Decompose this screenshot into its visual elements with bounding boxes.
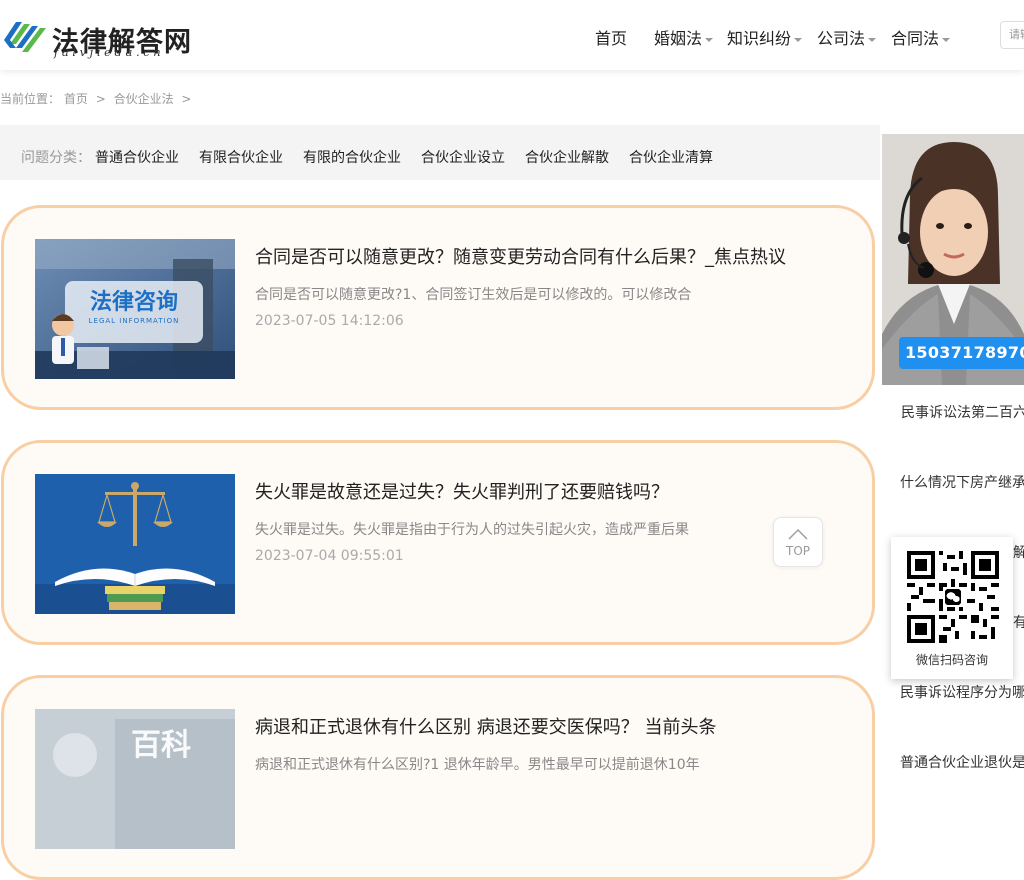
caret-down-icon [868, 37, 877, 42]
article-card[interactable]: 百科 病退和正式退休有什么区别 病退还要交医保吗？ 当前头条 病退和正式退休有什… [1, 675, 875, 880]
qr-caption: 微信扫码咨询 [915, 653, 988, 667]
sidebar-link[interactable]: 民事诉讼程序分为哪 [900, 682, 1024, 702]
category-partnership-setup[interactable]: 合伙企业设立 [421, 147, 505, 167]
search-input[interactable]: 请输 [1000, 21, 1024, 49]
thumb-title: 法律咨询 [90, 289, 178, 315]
article-thumbnail[interactable]: 百科 [35, 709, 235, 849]
sidebar-link[interactable]: 普通合伙企业退伙是 [900, 752, 1024, 772]
sidebar-link[interactable]: 民事诉讼法第二百六 [901, 402, 1024, 422]
caret-down-icon [705, 37, 714, 42]
back-to-top-button[interactable]: TOP [773, 517, 823, 567]
breadcrumb-prefix: 当前位置： [0, 92, 61, 106]
category-partnership-liquidation[interactable]: 合伙企业清算 [629, 147, 713, 167]
caret-down-icon [942, 37, 951, 42]
wechat-qr-panel[interactable]: 微信扫码咨询 [891, 537, 1013, 679]
article-summary: 合同是否可以随意更改?1、合同签订生效后是可以修改的。可以修改合 [255, 287, 692, 303]
category-general-partnership[interactable]: 普通合伙企业 [95, 147, 179, 167]
nav-item-company-law[interactable]: 公司法 [817, 25, 877, 49]
article-thumbnail[interactable]: 法律咨询 LEGAL INFORMATION [35, 239, 235, 379]
category-label: 问题分类： [21, 150, 91, 166]
legal-consult-image: 法律咨询 LEGAL INFORMATION [35, 239, 235, 379]
category-limited-partnership-alt[interactable]: 有限的合伙企业 [303, 147, 401, 167]
nav-label: 公司法 [817, 29, 866, 48]
category-partnership-dissolution[interactable]: 合伙企业解散 [525, 147, 609, 167]
category-limited-partnership[interactable]: 有限合伙企业 [199, 147, 283, 167]
chevron-up-icon [788, 528, 808, 540]
nav-item-contract-law[interactable]: 合同法 [891, 25, 951, 49]
nav-label: 知识纠纷 [727, 29, 792, 48]
nav-item-marriage-law[interactable]: 婚姻法 [654, 25, 714, 49]
logo-domain: falvjieda.cn [54, 45, 165, 59]
scales-book-image [35, 474, 235, 614]
breadcrumb: 当前位置： 首页 > 合伙企业法 > [0, 90, 195, 107]
article-summary: 病退和正式退休有什么区别?1 退休年龄早。男性最早可以提前退休10年 [255, 757, 700, 773]
logo-mark-icon [4, 22, 46, 52]
nav-item-home[interactable]: 首页 [595, 25, 627, 49]
article-title[interactable]: 合同是否可以随意更改？随意变更劳动合同有什么后果？_焦点热议 [255, 243, 786, 269]
article-title[interactable]: 病退和正式退休有什么区别 病退还要交医保吗？ 当前头条 [255, 713, 716, 739]
sidebar-link[interactable]: 什么情况下房产继承 [900, 472, 1024, 492]
site-header: 法律解答网 falvjieda.cn 首页 婚姻法 知识纠纷 公司法 合同法 请… [0, 0, 1024, 70]
nav-item-knowledge-disputes[interactable]: 知识纠纷 [727, 25, 803, 49]
sidebar-link[interactable]: 有 [1013, 612, 1024, 632]
article-date: 2023-07-05 14:12:06 [255, 313, 404, 329]
caret-down-icon [794, 37, 803, 42]
article-card[interactable]: 法律咨询 LEGAL INFORMATION 合同是否可以随意更改？随意变更劳动… [1, 205, 875, 410]
site-logo[interactable]: 法律解答网 falvjieda.cn [2, 12, 202, 60]
article-summary: 失火罪是过失。失火罪是指由于行为人的过失引起火灾，造成严重后果 [255, 522, 689, 538]
thumb-title: 百科 [131, 728, 191, 763]
thumb-subtitle: LEGAL INFORMATION [89, 317, 180, 325]
category-filter-bar: 问题分类： 普通合伙企业 有限合伙企业 有限的合伙企业 合伙企业设立 合伙企业解… [0, 125, 880, 180]
breadcrumb-separator: > [181, 92, 192, 106]
article-date: 2023-07-04 09:55:01 [255, 548, 404, 564]
article-thumbnail[interactable] [35, 474, 235, 614]
encyclopedia-image: 百科 [35, 709, 235, 849]
breadcrumb-partnership-link[interactable]: 合伙企业法 [114, 92, 174, 106]
article-title[interactable]: 失火罪是故意还是过失？失火罪判刑了还要赔钱吗？ [255, 478, 669, 504]
nav-label: 婚姻法 [654, 29, 703, 48]
nav-label: 首页 [595, 29, 628, 48]
breadcrumb-separator: > [95, 92, 106, 106]
consultant-card[interactable]: 15037178970 [882, 134, 1024, 385]
sidebar-link[interactable]: 解 [1013, 542, 1024, 562]
consultant-phone[interactable]: 15037178970 [899, 337, 1024, 369]
breadcrumb-home-link[interactable]: 首页 [64, 92, 88, 106]
qr-code-icon [907, 551, 999, 643]
back-to-top-label: TOP [785, 544, 810, 558]
article-card[interactable]: 失火罪是故意还是过失？失火罪判刑了还要赔钱吗？ 失火罪是过失。失火罪是指由于行为… [1, 440, 875, 645]
nav-label: 合同法 [891, 29, 940, 48]
